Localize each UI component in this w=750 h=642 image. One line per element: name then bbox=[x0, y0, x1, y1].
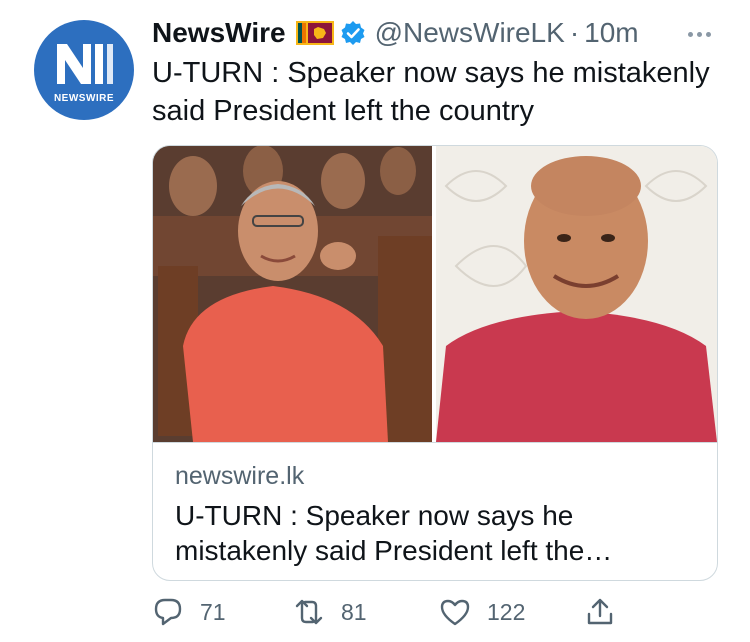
card-domain: newswire.lk bbox=[175, 462, 305, 490]
verified-badge-icon bbox=[341, 21, 365, 45]
share-icon bbox=[587, 598, 613, 625]
tweet-header: NewsWire @NewsWireLK · 10m bbox=[152, 14, 639, 52]
like-button[interactable]: 122 bbox=[439, 592, 525, 632]
retweet-button[interactable]: 81 bbox=[293, 592, 367, 632]
tweet[interactable]: NEWSWIRE NewsWire @NewsWireLK · 10m U-TU… bbox=[0, 0, 750, 642]
separator: · bbox=[569, 17, 580, 48]
avatar[interactable]: NEWSWIRE bbox=[34, 20, 134, 120]
retweet-count: 81 bbox=[341, 598, 367, 625]
card-photo-right bbox=[436, 146, 717, 442]
timestamp[interactable]: 10m bbox=[584, 17, 638, 49]
link-card[interactable]: newswire.lk U-TURN : Speaker now says he… bbox=[152, 145, 718, 581]
reply-button[interactable]: 71 bbox=[152, 592, 226, 632]
more-icon[interactable] bbox=[688, 24, 728, 38]
card-media bbox=[153, 146, 717, 443]
sri-lanka-flag-icon bbox=[295, 21, 334, 45]
reply-icon bbox=[154, 598, 182, 626]
newswire-logo-icon bbox=[57, 44, 113, 84]
share-button[interactable] bbox=[584, 592, 616, 632]
retweet-icon bbox=[295, 599, 323, 625]
action-bar: 71 81 122 bbox=[152, 592, 732, 632]
avatar-label: NEWSWIRE bbox=[53, 93, 115, 104]
card-title: U-TURN : Speaker now says he mistakenly … bbox=[175, 500, 613, 566]
card-photo-left bbox=[153, 146, 432, 442]
like-count: 122 bbox=[487, 598, 526, 625]
author-handle[interactable]: @NewsWireLK bbox=[375, 17, 565, 49]
heart-icon bbox=[440, 599, 470, 626]
reply-count: 71 bbox=[200, 598, 226, 625]
tweet-text: U-TURN : Speaker now says he mistakenly … bbox=[152, 57, 710, 127]
display-name[interactable]: NewsWire bbox=[152, 17, 286, 49]
